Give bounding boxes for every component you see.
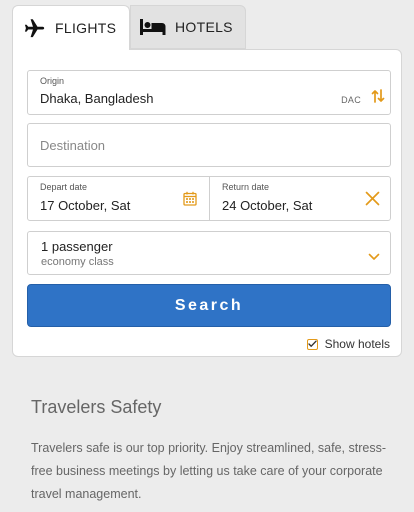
tab-flights[interactable]: FLIGHTS <box>12 5 130 50</box>
tab-bar: FLIGHTS HOTELS <box>12 5 402 50</box>
depart-date-field[interactable]: Depart date 17 October, Sat <box>28 177 210 220</box>
show-hotels-checkbox[interactable] <box>306 338 318 350</box>
return-date-value[interactable]: 24 October, Sat <box>222 198 312 213</box>
tab-hotels[interactable]: HOTELS <box>130 5 246 49</box>
info-title: Travelers Safety <box>31 397 162 417</box>
calendar-icon[interactable] <box>183 191 197 211</box>
chevron-down-icon[interactable] <box>368 248 380 266</box>
origin-airport-code: DAC <box>341 95 361 105</box>
swap-arrows-icon[interactable] <box>371 89 385 108</box>
return-date-field[interactable]: Return date 24 October, Sat <box>210 177 390 220</box>
dates-field: Depart date 17 October, Sat Return date … <box>27 176 391 221</box>
origin-field[interactable]: Origin Dhaka, Bangladesh DAC <box>27 70 391 115</box>
tab-hotels-label: HOTELS <box>175 19 233 35</box>
info-body: Travelers safe is our top priority. Enjo… <box>31 441 386 501</box>
bed-icon <box>139 17 167 37</box>
tab-flights-label: FLIGHTS <box>55 20 117 36</box>
depart-date-value[interactable]: 17 October, Sat <box>40 198 130 213</box>
show-hotels-toggle[interactable]: Show hotels <box>306 337 390 351</box>
passengers-field[interactable]: 1 passenger economy class <box>27 231 391 275</box>
show-hotels-label: Show hotels <box>324 337 390 351</box>
passenger-count: 1 passenger <box>41 239 113 254</box>
return-date-label: Return date <box>222 182 270 192</box>
depart-date-label: Depart date <box>40 182 88 192</box>
cabin-class: economy class <box>41 256 114 268</box>
destination-placeholder: Destination <box>40 138 106 153</box>
origin-value[interactable]: Dhaka, Bangladesh <box>40 91 153 106</box>
close-icon[interactable] <box>365 191 380 211</box>
origin-label: Origin <box>40 76 65 86</box>
airplane-icon <box>23 17 47 39</box>
search-button[interactable]: Search <box>27 284 391 327</box>
destination-field[interactable]: Destination <box>27 123 391 167</box>
flight-search-panel: Origin Dhaka, Bangladesh DAC Destination… <box>12 49 402 357</box>
